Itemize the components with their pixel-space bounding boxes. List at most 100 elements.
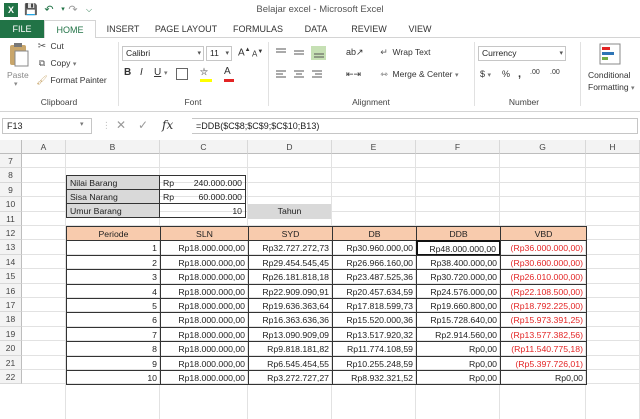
format-painter-button[interactable]: 🖌 Format Painter — [36, 75, 116, 89]
tab-insert[interactable]: INSERT — [100, 20, 146, 38]
borders-icon[interactable] — [176, 68, 188, 80]
number-format-select[interactable]: Currency ▾ — [478, 46, 566, 61]
italic-button[interactable]: I — [140, 67, 143, 78]
umur-barang-value[interactable]: 10 — [159, 203, 246, 218]
table-cell-periode[interactable]: 9 — [66, 355, 161, 371]
table-cell-db[interactable]: Rp26.966.160,00 — [332, 254, 417, 271]
row-header-15[interactable]: 15 — [0, 269, 22, 284]
table-cell-vbd[interactable]: (Rp36.000.000,00) — [500, 240, 587, 256]
table-cell-vbd[interactable]: (Rp22.108.500,00) — [500, 283, 587, 299]
table-cell-db[interactable]: Rp13.517.920,32 — [332, 326, 417, 343]
percent-style-button[interactable]: % — [502, 69, 510, 79]
table-cell-db[interactable]: Rp8.932.321,52 — [332, 370, 417, 386]
fill-color-button[interactable]: ⛦ — [200, 67, 214, 82]
row-header-11[interactable]: 11 — [0, 211, 22, 226]
name-box-dropdown-icon[interactable]: ▾ — [80, 120, 84, 128]
insert-function-icon[interactable]: fx — [162, 118, 173, 132]
nilai-barang-label[interactable]: Nilai Barang — [66, 175, 160, 190]
paste-dropdown-icon[interactable]: ▾ — [14, 80, 18, 88]
tab-page-layout[interactable]: PAGE LAYOUT — [148, 20, 224, 38]
column-header-e[interactable]: E — [332, 140, 416, 154]
table-cell-ddb[interactable]: Rp0,00 — [416, 370, 501, 386]
table-cell-db[interactable]: Rp17.818.599,73 — [332, 298, 417, 314]
table-cell-vbd[interactable]: (Rp13.577.382,56) — [500, 326, 587, 343]
table-cell-syd[interactable]: Rp9.818.181,82 — [248, 341, 333, 357]
table-cell-syd[interactable]: Rp6.545.454,55 — [248, 355, 333, 371]
table-cell-vbd[interactable]: (Rp18.792.225,00) — [500, 298, 587, 314]
table-cell-periode[interactable]: 10 — [66, 370, 161, 386]
tab-formulas[interactable]: FORMULAS — [226, 20, 290, 38]
table-header-periode[interactable]: Periode — [66, 226, 161, 242]
tahun-label[interactable]: Tahun — [248, 204, 331, 219]
tab-review[interactable]: REVIEW — [342, 20, 396, 38]
table-cell-periode[interactable]: 1 — [66, 240, 161, 256]
table-cell-db[interactable]: Rp30.960.000,00 — [332, 240, 417, 256]
row-header-13[interactable]: 13 — [0, 240, 22, 255]
row-header-17[interactable]: 17 — [0, 298, 22, 313]
table-cell-sln[interactable]: Rp18.000.000,00 — [160, 370, 249, 386]
row-header-14[interactable]: 14 — [0, 254, 22, 270]
table-cell-ddb[interactable]: Rp0,00 — [416, 341, 501, 357]
conditional-formatting-label-2[interactable]: Formatting ▾ — [588, 82, 635, 92]
table-cell-syd[interactable]: Rp29.454.545,45 — [248, 254, 333, 271]
underline-dropdown-icon[interactable]: ▾ — [164, 69, 168, 77]
table-cell-db[interactable]: Rp15.520.000,36 — [332, 312, 417, 328]
conditional-formatting-button[interactable] — [598, 42, 622, 68]
umur-barang-label[interactable]: Umur Barang — [66, 203, 160, 218]
table-cell-sln[interactable]: Rp18.000.000,00 — [160, 240, 249, 256]
font-color-button[interactable]: A — [224, 66, 238, 82]
column-header-f[interactable]: F — [416, 140, 500, 154]
table-cell-ddb[interactable]: Rp48.000.000,00 — [416, 240, 501, 256]
row-header-19[interactable]: 19 — [0, 326, 22, 342]
table-cell-periode[interactable]: 5 — [66, 298, 161, 314]
table-cell-sln[interactable]: Rp18.000.000,00 — [160, 269, 249, 285]
column-header-h[interactable]: H — [586, 140, 640, 154]
tab-data[interactable]: DATA — [294, 20, 338, 38]
table-cell-periode[interactable]: 3 — [66, 269, 161, 285]
table-cell-sln[interactable]: Rp18.000.000,00 — [160, 254, 249, 271]
vertical-align-buttons[interactable] — [274, 46, 334, 60]
accounting-format-button[interactable]: $ ▾ — [480, 69, 491, 79]
cancel-icon[interactable]: ✕ — [116, 118, 126, 132]
wrap-text-button[interactable]: ↵ Wrap Text — [378, 47, 458, 61]
column-header-g[interactable]: G — [500, 140, 586, 154]
paste-button[interactable] — [6, 42, 30, 68]
table-cell-syd[interactable]: Rp16.363.636,36 — [248, 312, 333, 328]
table-cell-ddb[interactable]: Rp24.576.000,00 — [416, 283, 501, 299]
column-header-a[interactable]: A — [22, 140, 66, 154]
table-cell-syd[interactable]: Rp26.181.818,18 — [248, 269, 333, 285]
select-all-corner[interactable] — [0, 140, 22, 154]
decrease-decimal-button[interactable]: .00 — [550, 69, 560, 76]
table-cell-sln[interactable]: Rp18.000.000,00 — [160, 312, 249, 328]
table-cell-syd[interactable]: Rp32.727.272,73 — [248, 240, 333, 256]
table-cell-vbd[interactable]: (Rp15.973.391,25) — [500, 312, 587, 328]
table-cell-ddb[interactable]: Rp30.720.000,00 — [416, 269, 501, 285]
table-cell-periode[interactable]: 2 — [66, 254, 161, 271]
table-cell-sln[interactable]: Rp18.000.000,00 — [160, 298, 249, 314]
column-header-b[interactable]: B — [66, 140, 160, 154]
nilai-barang-cell[interactable]: Rp 240.000.000 — [159, 175, 246, 190]
table-cell-syd[interactable]: Rp19.636.363,64 — [248, 298, 333, 314]
table-cell-syd[interactable]: Rp13.090.909,09 — [248, 326, 333, 343]
horizontal-align-buttons[interactable] — [274, 68, 334, 82]
row-header-21[interactable]: 21 — [0, 355, 22, 370]
table-cell-sln[interactable]: Rp18.000.000,00 — [160, 355, 249, 371]
row-header-22[interactable]: 22 — [0, 370, 22, 385]
worksheet-grid[interactable]: ABCDEFGH 7 8 9 10 11 12 13 14 15 16 17 18 19 20 21 22 N… — [0, 140, 640, 419]
table-cell-ddb[interactable]: Rp15.728.640,00 — [416, 312, 501, 328]
enter-icon[interactable]: ✓ — [138, 118, 148, 132]
font-size-select[interactable]: 11 ▾ — [206, 46, 232, 61]
sisa-narang-label[interactable]: Sisa Narang — [66, 189, 160, 204]
sisa-narang-cell[interactable]: Rp 60.000.000 — [159, 189, 246, 204]
table-cell-vbd[interactable]: (Rp26.010.000,00) — [500, 269, 587, 285]
row-header-18[interactable]: 18 — [0, 312, 22, 327]
table-cell-ddb[interactable]: Rp19.660.800,00 — [416, 298, 501, 314]
table-header-vbd[interactable]: VBD — [500, 226, 587, 242]
paste-label[interactable]: Paste — [7, 70, 29, 80]
table-cell-syd[interactable]: Rp3.272.727,27 — [248, 370, 333, 386]
table-header-sln[interactable]: SLN — [160, 226, 249, 242]
table-header-db[interactable]: DB — [332, 226, 417, 242]
table-cell-periode[interactable]: 8 — [66, 341, 161, 357]
row-header-20[interactable]: 20 — [0, 341, 22, 356]
table-cell-db[interactable]: Rp20.457.634,59 — [332, 283, 417, 299]
